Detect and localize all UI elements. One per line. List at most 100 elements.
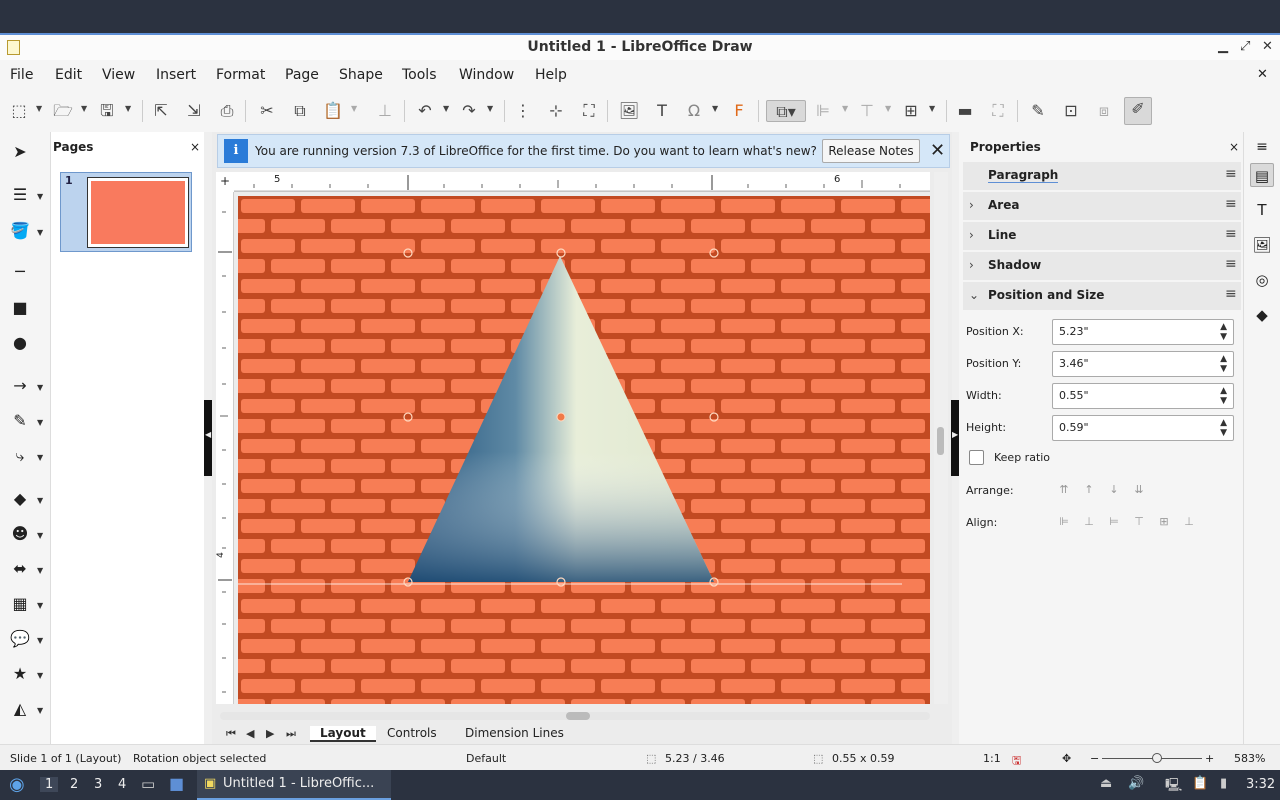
arrange-icon[interactable]: ⊤: [856, 100, 878, 122]
chevron-down-icon[interactable]: ▼: [37, 192, 43, 201]
align-right-icon[interactable]: ⊨: [1107, 515, 1121, 529]
drawing-surface[interactable]: [238, 196, 930, 704]
zoom-pan-icon[interactable]: ⛶: [578, 100, 600, 122]
chevron-down-icon[interactable]: ▼: [929, 104, 935, 113]
clone-formatting-icon[interactable]: ⊥: [374, 100, 396, 122]
battery-icon[interactable]: ▮: [1220, 776, 1227, 791]
close-pages-pane-button[interactable]: ×: [190, 140, 200, 154]
chevron-down-icon[interactable]: ▼: [37, 383, 43, 392]
send-to-back-icon[interactable]: ⇊: [1132, 483, 1146, 497]
hamburger-menu-icon[interactable]: ≡: [1225, 226, 1237, 242]
chevron-down-icon[interactable]: ▼: [842, 104, 848, 113]
chevron-down-icon[interactable]: ▼: [712, 104, 718, 113]
select-arrow-icon[interactable]: ➤: [10, 142, 30, 162]
distribute-icon[interactable]: ⊞: [900, 100, 922, 122]
scrollbar-thumb[interactable]: [937, 427, 944, 455]
sidebar-menu-icon[interactable]: ≡: [1250, 135, 1274, 159]
print-icon[interactable]: ⎙: [216, 100, 238, 122]
properties-deck-icon[interactable]: ▤: [1250, 163, 1274, 187]
section-position-and-size[interactable]: ⌄ Position and Size ≡: [963, 282, 1241, 310]
zoom-slider-thumb[interactable]: [1152, 753, 1162, 763]
menu-window[interactable]: Window: [459, 67, 514, 83]
cut-icon[interactable]: ✂: [256, 100, 278, 122]
hamburger-menu-icon[interactable]: ≡: [1225, 196, 1237, 212]
menu-page[interactable]: Page: [285, 67, 319, 83]
select-page-icon[interactable]: ⬚: [8, 100, 30, 122]
symbol-shapes-icon[interactable]: ☻: [10, 524, 30, 544]
taskbar-app-draw[interactable]: ▣ Untitled 1 - LibreOffic...: [197, 770, 391, 800]
align-bottom-icon[interactable]: ⊥: [1182, 515, 1196, 529]
chevron-down-icon[interactable]: ▼: [37, 706, 43, 715]
points-icon[interactable]: ✎: [1027, 100, 1049, 122]
chevron-down-icon[interactable]: ▼: [37, 453, 43, 462]
horizontal-scrollbar[interactable]: [220, 712, 930, 720]
chevron-down-icon[interactable]: ▼: [37, 496, 43, 505]
prev-tab-icon[interactable]: ◀: [246, 727, 254, 740]
gallery-deck-icon[interactable]: 🖼: [1250, 233, 1274, 257]
chevron-down-icon[interactable]: ▼: [125, 104, 131, 113]
close-document-button[interactable]: ✕: [1257, 67, 1268, 82]
section-paragraph[interactable]: Paragraph ≡: [963, 162, 1241, 190]
flowchart-icon[interactable]: ▦: [10, 594, 30, 614]
tab-dimension-lines[interactable]: Dimension Lines: [465, 726, 564, 740]
status-style[interactable]: Default: [466, 752, 506, 765]
menu-tools[interactable]: Tools: [402, 67, 437, 83]
pane-collapse-handle-right[interactable]: ▶: [951, 400, 959, 476]
close-window-button[interactable]: ✕: [1262, 39, 1273, 54]
position-y-field[interactable]: 3.46" ▲ ▼: [1052, 351, 1234, 377]
export-icon[interactable]: ⇱: [150, 100, 172, 122]
vertical-scrollbar[interactable]: [934, 172, 948, 704]
tab-controls[interactable]: Controls: [387, 726, 437, 740]
bring-to-front-icon[interactable]: ⇈: [1057, 483, 1071, 497]
basic-shapes-icon[interactable]: ◆: [10, 489, 30, 509]
callout-shapes-icon[interactable]: 💬: [10, 629, 30, 649]
menu-help[interactable]: Help: [535, 67, 567, 83]
section-shadow[interactable]: › Shadow ≡: [963, 252, 1241, 280]
align-middle-icon[interactable]: ⊞: [1157, 515, 1171, 529]
slide-thumbnail[interactable]: 1: [60, 172, 192, 252]
bring-forward-icon[interactable]: ↑: [1082, 483, 1096, 497]
desktop-icon[interactable]: ■: [169, 774, 184, 793]
restore-button[interactable]: ⤢: [1240, 39, 1250, 54]
toggle-extrusion-icon[interactable]: ⧈: [1093, 100, 1115, 122]
insert-image-icon[interactable]: 🖼: [618, 100, 640, 122]
hamburger-menu-icon[interactable]: ≡: [1225, 256, 1237, 272]
spin-arrows-icon[interactable]: ▲ ▼: [1220, 386, 1227, 406]
last-tab-icon[interactable]: ⏭: [286, 727, 296, 741]
document-modified-icon[interactable]: 🖫: [1012, 752, 1021, 771]
fill-color-icon[interactable]: 🪣: [10, 221, 30, 241]
network-icon[interactable]: 🖳: [1165, 776, 1182, 798]
ellipse-tool-icon[interactable]: ●: [10, 333, 30, 353]
rotation-pivot[interactable]: [556, 412, 566, 422]
spin-arrows-icon[interactable]: ▲ ▼: [1220, 322, 1227, 342]
connector-tool-icon[interactable]: ⤷: [10, 446, 30, 466]
zoom-in-icon[interactable]: +: [1205, 752, 1214, 765]
release-notes-button[interactable]: Release Notes: [822, 139, 920, 163]
export-pdf-icon[interactable]: ⇲: [183, 100, 205, 122]
block-arrows-icon[interactable]: ⬌: [10, 559, 30, 579]
start-menu-icon[interactable]: ◉: [9, 774, 25, 795]
fontwork-icon[interactable]: F: [728, 100, 750, 122]
rectangle-tool-icon[interactable]: ■: [10, 298, 30, 318]
glue-points-icon[interactable]: ⊡: [1060, 100, 1082, 122]
position-x-field[interactable]: 5.23" ▲ ▼: [1052, 319, 1234, 345]
chevron-down-icon[interactable]: ▼: [37, 566, 43, 575]
fit-slide-icon[interactable]: ✥: [1062, 752, 1071, 765]
styles-deck-icon[interactable]: T: [1250, 198, 1274, 222]
line-style-icon[interactable]: ✐: [1124, 97, 1152, 125]
chevron-down-icon[interactable]: ▼: [37, 228, 43, 237]
menu-format[interactable]: Format: [216, 67, 265, 83]
hamburger-menu-icon[interactable]: ≡: [1225, 286, 1237, 302]
status-zoom[interactable]: 583%: [1234, 752, 1265, 765]
spin-arrows-icon[interactable]: ▲ ▼: [1220, 354, 1227, 374]
chevron-down-icon[interactable]: ▼: [37, 601, 43, 610]
transformations-icon[interactable]: ⧉▾: [766, 100, 806, 122]
next-tab-icon[interactable]: ▶: [266, 727, 274, 740]
chevron-down-icon[interactable]: ▼: [37, 418, 43, 427]
save-icon[interactable]: 🖫: [96, 100, 118, 122]
minimize-button[interactable]: ▁: [1218, 39, 1228, 54]
workspace-2[interactable]: 2: [70, 777, 78, 792]
slide-canvas[interactable]: [238, 196, 930, 704]
3d-objects-icon[interactable]: ◭: [10, 699, 30, 719]
close-info-bar-button[interactable]: ✕: [930, 140, 945, 161]
